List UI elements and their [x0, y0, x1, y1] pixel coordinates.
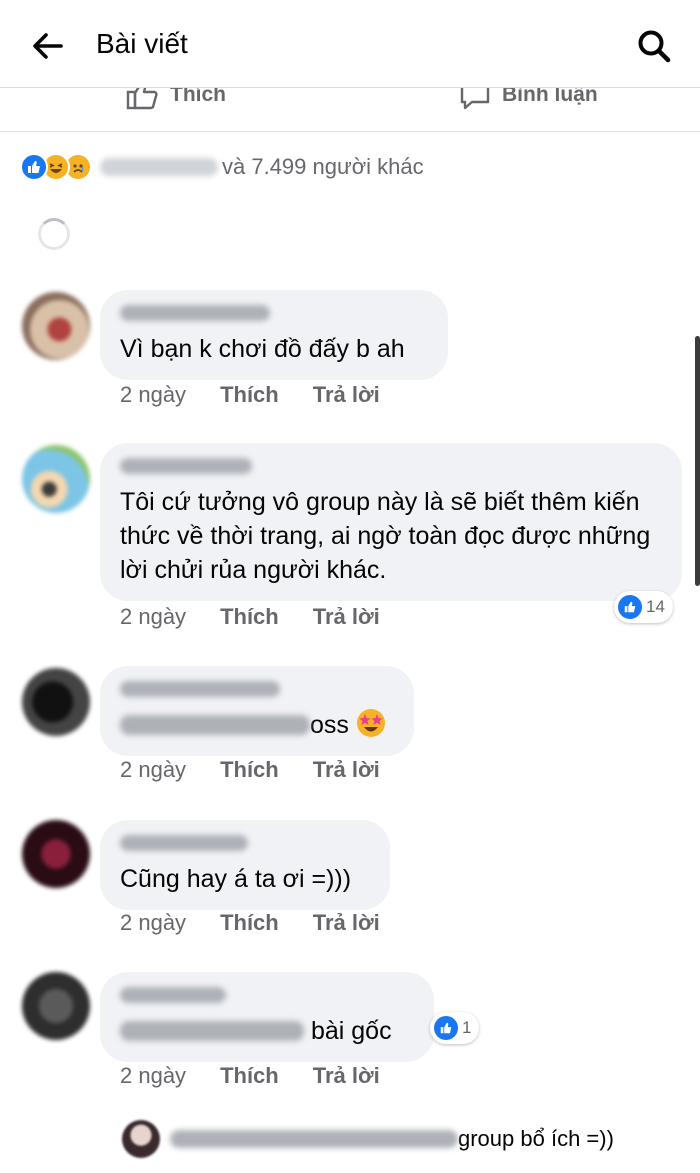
avatar[interactable]: [22, 445, 90, 513]
comment-reaction-number: 1: [462, 1018, 472, 1037]
avatar[interactable]: [22, 668, 90, 736]
reply-preview-content: group bổ ích =)): [458, 1126, 614, 1151]
comment-reply-button[interactable]: Trả lời: [313, 757, 380, 783]
comment-actions: 2 ngày Thích Trả lời: [120, 604, 380, 630]
comment-like-button[interactable]: Thích: [220, 604, 279, 630]
reactions-summary-text: và 7.499 người khác: [222, 154, 424, 179]
comment-timestamp[interactable]: 2 ngày: [120, 382, 186, 408]
search-icon: [638, 30, 671, 63]
reactions-summary[interactable]: và 7.499 người khác: [20, 150, 424, 184]
comment-text: Vì bạn k chơi đồ đấy b ah: [120, 335, 405, 363]
reaction-icons: [20, 153, 92, 181]
comment-bubble[interactable]: Vì bạn k chơi đồ đấy b ah: [100, 290, 448, 380]
comment-like-button[interactable]: Thích: [220, 910, 279, 936]
comment-author-name[interactable]: [120, 832, 370, 854]
comment-text-content: bài gốc: [310, 1017, 392, 1045]
comment-bubble-icon: [460, 88, 490, 110]
avatar[interactable]: [22, 292, 90, 360]
comment-bubble[interactable]: Cũng hay á ta ơi =))): [100, 820, 390, 910]
blurred-reply-authors: [170, 1130, 458, 1148]
comment-author-name[interactable]: [120, 678, 394, 700]
comment-text: bài gốc: [120, 1014, 414, 1048]
comment-author-name[interactable]: [120, 984, 414, 1006]
arrow-left-icon: [33, 33, 63, 59]
top-app-bar: Bài viết: [0, 0, 700, 88]
thumbs-up-icon: [126, 88, 158, 110]
comment-author-name[interactable]: [120, 455, 662, 477]
star-struck-emoji-icon: [356, 709, 385, 737]
page-title: Bài viết: [96, 28, 188, 59]
comment-reply-button[interactable]: Trả lời: [313, 910, 380, 936]
comment-actions: 2 ngày Thích Trả lời: [120, 382, 380, 408]
comment-reply-button[interactable]: Trả lời: [313, 382, 380, 408]
back-button[interactable]: [30, 28, 66, 64]
scrollbar[interactable]: [695, 336, 700, 586]
comment-text: oss: [120, 708, 394, 742]
reply-preview[interactable]: group bổ ích =)): [122, 1118, 682, 1160]
comment-text: Cũng hay á ta ơi =))): [120, 865, 352, 893]
comment-timestamp[interactable]: 2 ngày: [120, 1063, 186, 1089]
comment-reaction-number: 14: [646, 597, 665, 616]
like-button[interactable]: Thích: [126, 88, 226, 112]
comment-bubble[interactable]: bài gốc: [100, 972, 434, 1062]
comment-reply-button[interactable]: Trả lời: [313, 1063, 380, 1089]
comment-actions: 2 ngày Thích Trả lời: [120, 910, 380, 936]
comment-button-label: Bình luận: [502, 88, 598, 106]
comment-reaction-count[interactable]: 14: [614, 591, 673, 623]
like-icon: [618, 595, 642, 619]
comment-actions: 2 ngày Thích Trả lời: [120, 757, 380, 783]
comment-text-content: oss: [310, 711, 349, 739]
reply-preview-text: group bổ ích =)): [170, 1126, 614, 1152]
like-icon: [434, 1016, 458, 1040]
comment-like-button[interactable]: Thích: [220, 1063, 279, 1089]
comment-bubble[interactable]: oss: [100, 666, 414, 756]
comment-timestamp[interactable]: 2 ngày: [120, 757, 186, 783]
post-action-bar: Thích Bình luận: [0, 88, 700, 132]
comment-actions: 2 ngày Thích Trả lời: [120, 1063, 380, 1089]
avatar: [122, 1120, 160, 1158]
comment-timestamp[interactable]: 2 ngày: [120, 604, 186, 630]
blurred-reactor-name: [100, 158, 218, 176]
avatar[interactable]: [22, 972, 90, 1040]
blurred-mention[interactable]: [120, 1021, 304, 1041]
comment-reaction-count[interactable]: 1: [430, 1012, 480, 1044]
comment-text: Tôi cứ tưởng vô group này là sẽ biết thê…: [120, 488, 651, 584]
loading-spinner-icon: [38, 218, 70, 250]
comment-button[interactable]: Bình luận: [458, 88, 598, 112]
like-icon: [20, 153, 48, 181]
comment-reply-button[interactable]: Trả lời: [313, 604, 380, 630]
comment-timestamp[interactable]: 2 ngày: [120, 910, 186, 936]
comment-author-name[interactable]: [120, 302, 428, 324]
comment-like-button[interactable]: Thích: [220, 757, 279, 783]
blurred-mention[interactable]: [120, 715, 310, 735]
avatar[interactable]: [22, 820, 90, 888]
comment-bubble[interactable]: Tôi cứ tưởng vô group này là sẽ biết thê…: [100, 443, 682, 601]
search-button[interactable]: [634, 26, 674, 66]
like-button-label: Thích: [170, 88, 226, 106]
comment-like-button[interactable]: Thích: [220, 382, 279, 408]
